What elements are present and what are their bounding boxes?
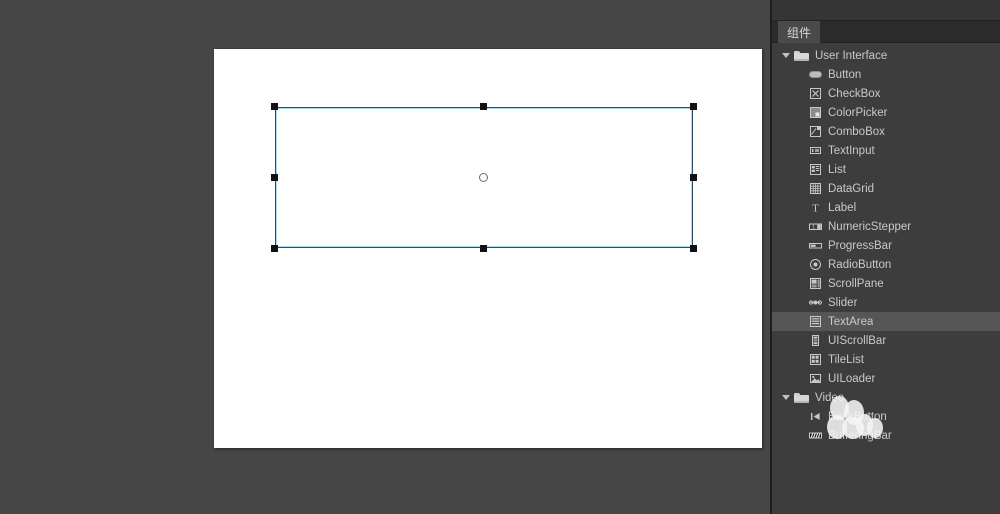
tree-item-label: RadioButton [828,258,892,271]
resize-handle-sw[interactable] [271,245,278,252]
tree-item-datagrid[interactable]: DataGrid [772,179,1000,198]
tree-item-button[interactable]: Button [772,65,1000,84]
flash-ide-window: 组件 User Interface Button CheckBox ColorPick… [0,0,1000,514]
tree-item-scrollpane[interactable]: ScrollPane [772,274,1000,293]
button-icon [808,68,822,81]
tree-item-label: Slider [828,296,858,309]
tree-item-label: ScrollPane [828,277,884,290]
combobox-icon [808,125,822,138]
tree-item-uiscrollbar[interactable]: UIScrollBar [772,331,1000,350]
svg-text:1: 1 [812,225,815,231]
progressbar-icon [808,239,822,252]
tree-item-label: BufferingBar [828,429,892,442]
resize-handle-ne[interactable] [690,103,697,110]
tree-item-colorpicker[interactable]: ColorPicker [772,103,1000,122]
resize-handle-nw[interactable] [271,103,278,110]
colorpicker-icon [808,106,822,119]
textinput-icon [808,144,822,157]
components-tree[interactable]: User Interface Button CheckBox ColorPicker C… [772,44,1000,514]
numericstepper-icon: 1 [808,220,822,233]
tree-item-label: TextArea [828,315,874,328]
selection-bounding-box[interactable] [271,103,697,252]
tree-item-label: ComboBox [828,125,885,138]
tree-item-label: List [828,163,846,176]
slider-icon [808,296,822,309]
resize-handle-se[interactable] [690,245,697,252]
stage-area[interactable] [0,0,770,514]
tree-folder-user-interface[interactable]: User Interface [772,46,1000,65]
tree-item-backbutton[interactable]: BackButton [772,407,1000,426]
tree-item-checkbox[interactable]: CheckBox [772,84,1000,103]
tree-item-textarea[interactable]: TextArea [772,312,1000,331]
chevron-down-icon[interactable] [780,50,792,62]
tree-item-combobox[interactable]: ComboBox [772,122,1000,141]
folder-icon [794,392,809,404]
tree-item-textinput[interactable]: TextInput [772,141,1000,160]
checkbox-icon [808,87,822,100]
tree-item-label[interactable]: T Label [772,198,1000,217]
resize-handle-w[interactable] [271,173,278,181]
registration-point-icon [479,172,488,182]
tree-item-bufferingbar[interactable]: BufferingBar [772,426,1000,445]
tree-item-tilelist[interactable]: TileList [772,350,1000,369]
tree-item-uiloader[interactable]: UILoader [772,369,1000,388]
tree-folder-video[interactable]: Video [772,388,1000,407]
tree-item-list[interactable]: List [772,160,1000,179]
tree-item-label: CheckBox [828,87,881,100]
list-icon [808,163,822,176]
resize-handle-n[interactable] [480,103,487,110]
svg-text:T: T [812,203,819,215]
tree-item-label: ProgressBar [828,239,892,252]
tree-item-progressbar[interactable]: ProgressBar [772,236,1000,255]
panel-titlebar[interactable] [772,0,1000,21]
tree-folder-label: User Interface [815,49,888,62]
tree-item-label: NumericStepper [828,220,912,233]
panel-tabbar[interactable]: 组件 [772,21,1000,43]
uiloader-icon [808,372,822,385]
tree-item-label: Label [828,201,857,214]
scrollpane-icon [808,277,822,290]
uiscrollbar-icon [808,334,822,347]
datagrid-icon [808,182,822,195]
tree-folder-label: Video [815,391,845,404]
radiobutton-icon [808,258,822,271]
tree-item-label: ColorPicker [828,106,888,119]
backbutton-icon [808,410,822,423]
textarea-icon [808,315,822,328]
tree-item-label: DataGrid [828,182,875,195]
tree-item-label: UIScrollBar [828,334,887,347]
components-panel[interactable]: 组件 User Interface Button CheckBox ColorPick… [770,0,1000,514]
resize-handle-s[interactable] [480,245,487,252]
tree-item-numericstepper[interactable]: 1 NumericStepper [772,217,1000,236]
tilelist-icon [808,353,822,366]
chevron-down-icon[interactable] [780,392,792,404]
tab-components[interactable]: 组件 [778,21,822,43]
tree-item-label: BackButton [828,410,887,423]
resize-handle-e[interactable] [690,173,697,181]
label-icon: T [808,201,822,215]
tree-item-label: TextInput [828,144,875,157]
tree-item-label: UILoader [828,372,876,385]
tree-item-slider[interactable]: Slider [772,293,1000,312]
tree-item-radiobutton[interactable]: RadioButton [772,255,1000,274]
tree-item-label: TileList [828,353,864,366]
tree-item-label: Button [828,68,862,81]
bufferingbar-icon [808,429,822,442]
folder-icon [794,50,809,62]
